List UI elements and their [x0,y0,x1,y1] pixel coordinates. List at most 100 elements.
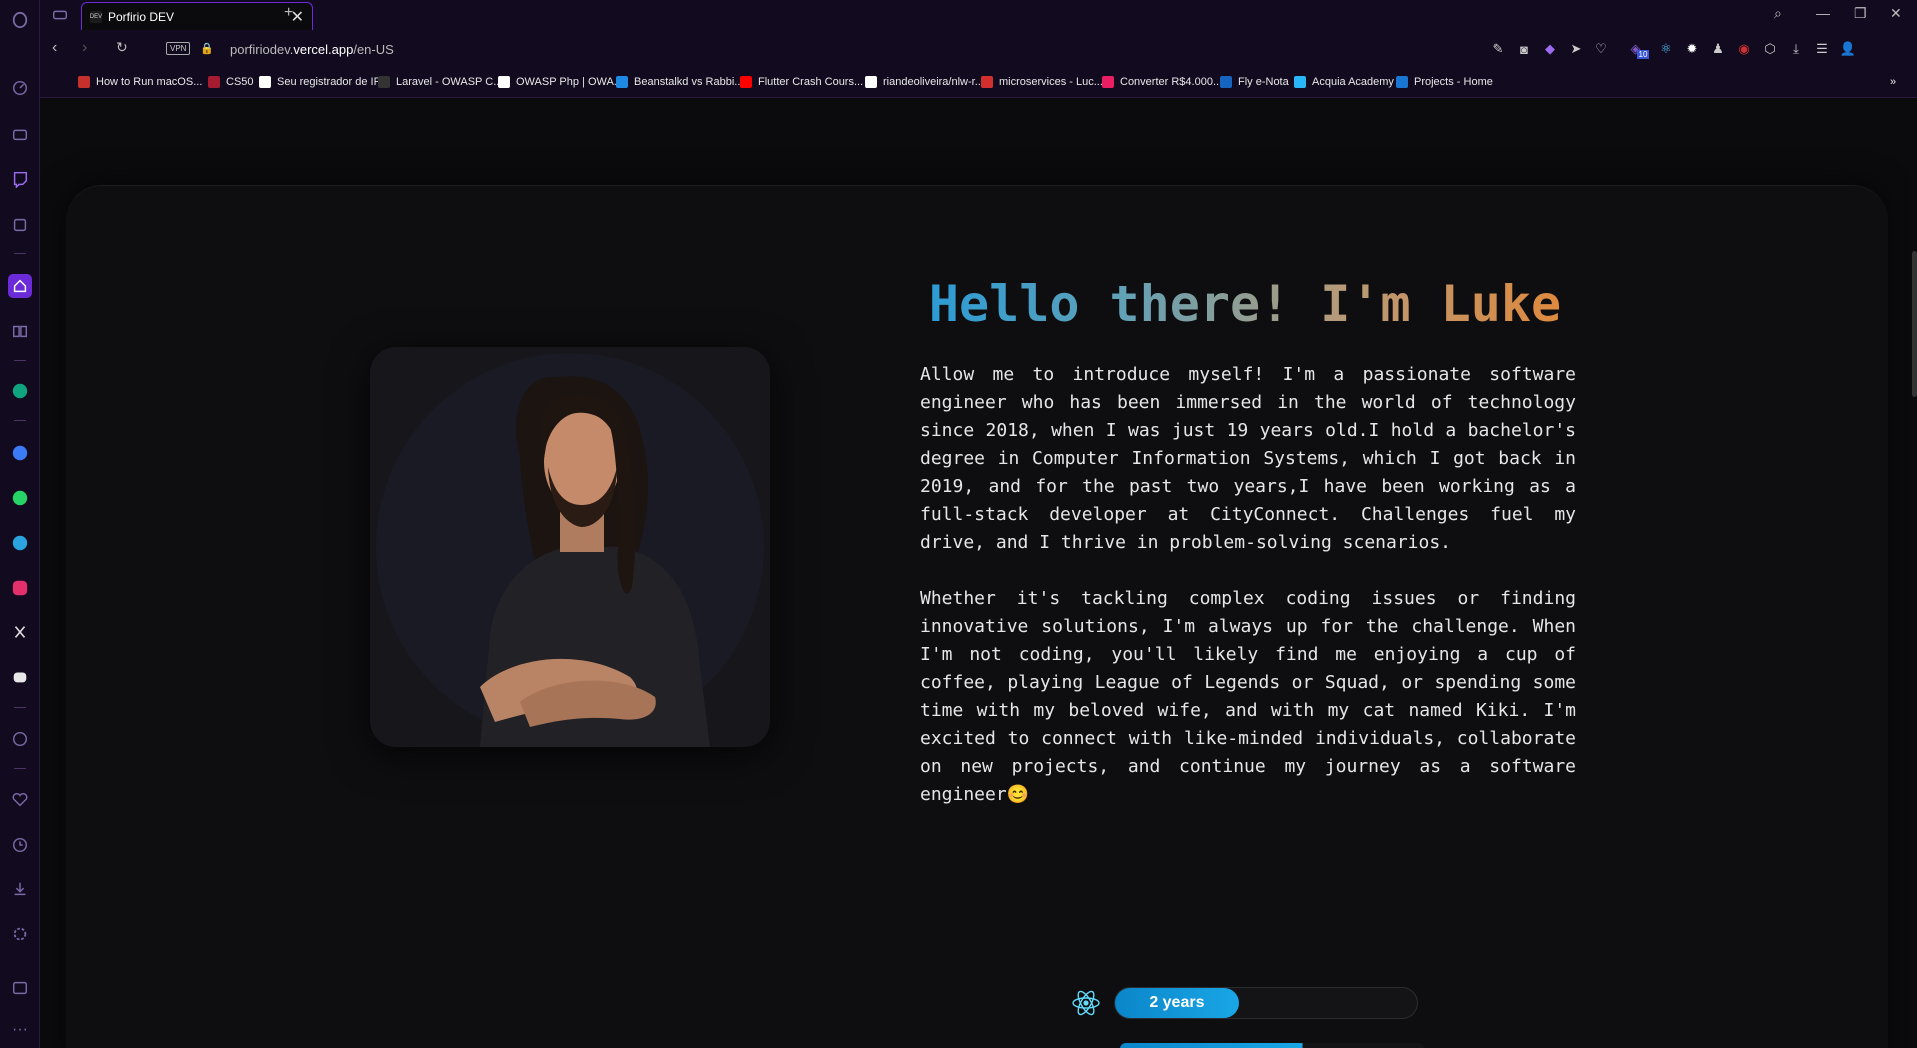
minimize-button[interactable]: — [1816,5,1830,21]
bookmark-label: Flutter Crash Cours... [758,76,864,88]
heart-icon[interactable] [8,788,32,812]
bookmark-label: OWASP Php | OWA... [516,76,623,88]
search-tabs-icon[interactable]: ⌕ [1774,5,1782,22]
bookmark-item[interactable]: Beanstalkd vs Rabbi... [616,76,743,88]
bookmark-label: CS50 [226,76,254,88]
scrollbar-thumb[interactable] [1912,251,1917,397]
restore-button[interactable]: ❐ [1854,5,1867,22]
url-field[interactable]: porfiriodev.vercel.app/en-US [230,42,394,57]
next-skill-progress-bar [1120,1043,1424,1048]
ublock-icon[interactable]: ◉ [1736,41,1752,57]
url-domain: vercel.app [293,42,354,57]
bookmark-favicon-icon [981,76,993,88]
bookmark-favicon-icon [208,76,220,88]
bookmark-item[interactable]: Flutter Crash Cours... [740,76,863,88]
bookmark-item[interactable]: Acquia Academy [1294,76,1394,88]
menu-icon[interactable]: ☰ [1814,41,1830,57]
messenger-icon[interactable] [8,441,32,465]
telegram-icon[interactable] [8,531,32,555]
send-icon[interactable]: ➤ [1568,41,1584,57]
speed-dial-icon[interactable] [8,76,32,100]
settings-gear-icon[interactable] [8,922,32,946]
gear-extension-icon[interactable]: ✹ [1684,41,1700,57]
cube-icon[interactable]: ⬡ [1762,41,1778,57]
discord-icon[interactable] [8,665,32,689]
shield-icon[interactable]: ◆ [1542,41,1558,57]
bookmark-label: microservices - Luc... [999,76,1103,88]
portrait-image [480,376,710,747]
react-devtools-icon[interactable]: ⚛ [1658,41,1674,57]
back-icon[interactable]: ‹ [52,39,57,57]
forward-icon[interactable]: › [82,39,87,57]
tab-active[interactable]: DEV Porfirio DEV ✕ [81,2,313,30]
bookmark-item[interactable]: CS50 [208,76,254,88]
bio-paragraph-1: Allow me to introduce myself! I'm a pass… [920,364,1576,553]
browser-window: ··· DEV Porfirio DEV ✕ + ⌕ — ❐ ✕ ‹ › ↻ V… [0,0,1917,1048]
bookmark-item[interactable]: riandeoliveira/nlw-r... [865,76,984,88]
chatgpt-icon[interactable] [8,379,32,403]
bookmark-item[interactable]: Seu registrador de IP [259,76,381,88]
reload-icon[interactable]: ↻ [116,39,128,56]
gallery-icon[interactable] [8,976,32,1000]
bookmark-item[interactable]: Converter R$4.000... [1102,76,1222,88]
extension-badge: 10 [1636,49,1650,59]
page-scrollbar[interactable] [1911,99,1917,1048]
bookmarks-overflow-icon[interactable]: » [1890,76,1896,88]
skill-progress-track: 2 years [1114,987,1418,1019]
bookmark-label: Acquia Academy [1312,76,1394,88]
download-icon[interactable]: ⤓ [1788,41,1804,57]
bookmark-item[interactable]: OWASP Php | OWA... [498,76,623,88]
new-tab-button[interactable]: + [284,4,293,22]
favicon-icon: DEV [90,10,102,23]
reading-list-icon[interactable] [8,319,32,343]
history-icon[interactable] [8,833,32,857]
opera-logo-icon[interactable] [8,8,32,32]
home-icon[interactable] [8,274,32,298]
workspaces-icon[interactable] [8,122,32,146]
player-icon[interactable] [8,727,32,751]
bookmarks-bar: How to Run macOS... CS50 Seu registrador d… [40,68,1917,98]
user-extension-icon[interactable]: ♟ [1710,41,1726,57]
x-twitter-icon[interactable] [8,620,32,644]
bookmark-label: How to Run macOS... [96,76,203,88]
twitch-icon[interactable] [8,167,32,191]
bio-paragraph-2: Whether it's tackling complex coding iss… [920,588,1576,805]
bio-text: Allow me to introduce myself! I'm a pass… [920,361,1576,837]
bookmark-item[interactable]: How to Run macOS... [78,76,202,88]
sidebar-divider [14,707,26,708]
close-window-button[interactable]: ✕ [1890,5,1902,22]
bookmark-favicon-icon [1102,76,1114,88]
profile-icon[interactable]: 👤 [1840,41,1856,57]
tab-menu-icon[interactable] [48,3,72,27]
hero-title: Hello there! I'm Luke [920,275,1570,333]
bookmark-favicon-icon [1294,76,1306,88]
url-prefix: porfiriodev. [230,42,294,57]
bookmark-item[interactable]: Projects - Home [1396,76,1493,88]
tab-strip: DEV Porfirio DEV ✕ + ⌕ — ❐ ✕ [40,0,1917,30]
sidebar-divider [14,420,26,421]
url-path: /en-US [353,42,394,57]
edit-icon[interactable]: ✎ [1490,41,1506,57]
favorite-icon[interactable]: ♡ [1593,41,1609,57]
lock-icon[interactable]: 🔒 [200,42,214,55]
bookmark-item[interactable]: microservices - Luc... [981,76,1103,88]
extensions-icon[interactable] [8,213,32,237]
skill-progress-fill: 2 years [1115,988,1239,1018]
react-icon [1072,990,1100,1016]
instagram-icon[interactable] [8,576,32,600]
bookmark-favicon-icon [1220,76,1232,88]
whatsapp-icon[interactable] [8,486,32,510]
camera-icon[interactable]: ◙ [1516,41,1532,57]
bookmark-label: Fly e-Nota [1238,76,1289,88]
bookmark-item[interactable]: Fly e-Nota [1220,76,1289,88]
extension-puzzle-icon[interactable]: ◈ 10 [1631,41,1650,59]
more-icon[interactable]: ··· [8,1018,32,1042]
tab-title: Porfirio DEV [108,9,175,24]
downloads-icon[interactable] [8,877,32,901]
bookmark-favicon-icon [378,76,390,88]
bookmark-label: riandeoliveira/nlw-r... [883,76,984,88]
bookmark-item[interactable]: Laravel - OWASP C... [378,76,502,88]
bookmark-favicon-icon [78,76,90,88]
vpn-badge[interactable]: VPN [166,42,191,55]
bookmark-label: Projects - Home [1414,76,1493,88]
